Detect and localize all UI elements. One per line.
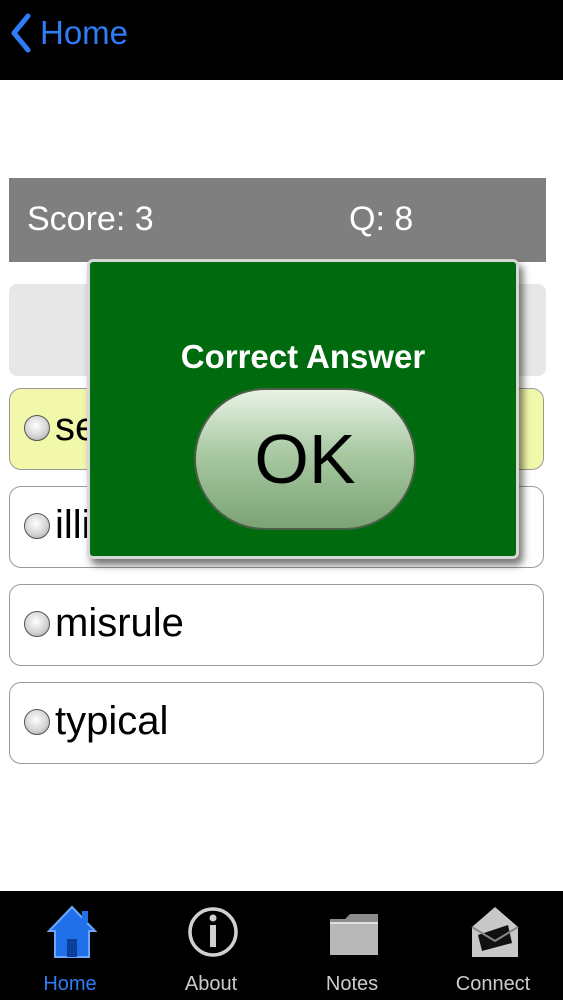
radio-button-icon[interactable] bbox=[24, 415, 50, 441]
tab-label: About bbox=[184, 973, 238, 995]
score-bar: Score: 3 Q: 8 bbox=[9, 178, 546, 262]
tab-bar: Home About Notes Connect bbox=[0, 891, 563, 1000]
score-text: Score: 3 bbox=[27, 200, 154, 238]
tab-label: Home bbox=[43, 973, 97, 995]
dialog-title: Correct Answer bbox=[180, 338, 426, 375]
tab-label: Notes bbox=[325, 973, 379, 995]
result-dialog: Correct Answer OK bbox=[87, 259, 519, 559]
home-icon bbox=[46, 905, 98, 958]
answer-option-label: misrule bbox=[55, 601, 184, 645]
answer-option[interactable]: typical bbox=[9, 682, 544, 764]
tab-label: Connect bbox=[455, 973, 531, 995]
chevron-left-icon bbox=[11, 13, 31, 53]
info-icon bbox=[188, 907, 238, 957]
back-label: Home bbox=[40, 14, 129, 51]
folder-icon bbox=[330, 914, 378, 955]
navigation-bar: Home bbox=[0, 0, 563, 80]
answer-option[interactable]: misrule bbox=[9, 584, 544, 666]
back-button[interactable]: Home bbox=[10, 8, 128, 58]
tab-home[interactable]: Home bbox=[0, 891, 140, 1000]
tab-about[interactable]: About bbox=[141, 891, 281, 1000]
radio-button-icon[interactable] bbox=[24, 513, 50, 539]
ok-button-label: OK bbox=[254, 420, 356, 498]
question-number: Q: 8 bbox=[349, 200, 414, 238]
radio-button-icon[interactable] bbox=[24, 611, 50, 637]
answer-option-label: typical bbox=[55, 699, 169, 743]
envelope-icon bbox=[471, 907, 519, 957]
tab-connect[interactable]: Connect bbox=[423, 891, 563, 1000]
answer-option-label: illi bbox=[55, 503, 91, 547]
ok-button[interactable]: OK bbox=[194, 388, 416, 530]
tab-notes[interactable]: Notes bbox=[282, 891, 422, 1000]
radio-button-icon[interactable] bbox=[24, 709, 50, 735]
